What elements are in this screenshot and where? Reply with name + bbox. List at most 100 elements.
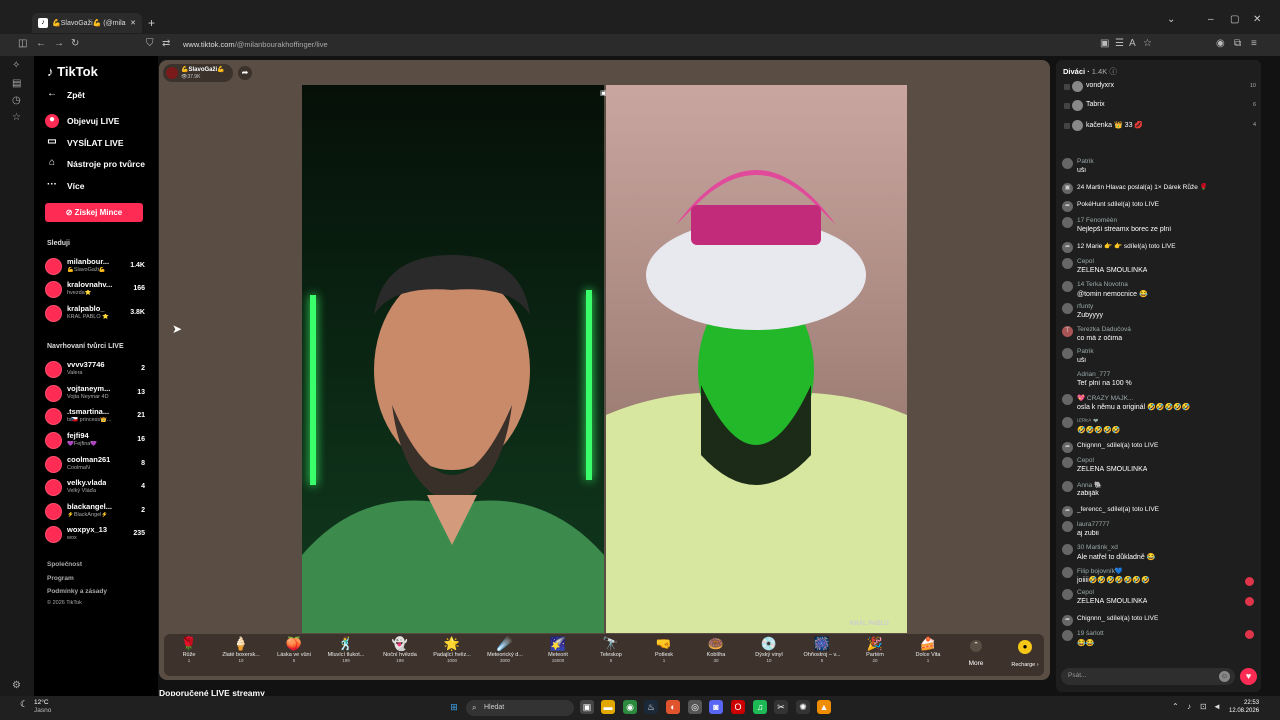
reader-icon[interactable]: ☰ bbox=[1115, 38, 1124, 49]
chat-username[interactable]: ᴸᴱᴿᴵᶜᴬ ❤ bbox=[1077, 417, 1098, 425]
taskbar-clock[interactable]: 22:53 12.08.2026 bbox=[1229, 699, 1259, 715]
footer-link-company[interactable]: Společnost bbox=[47, 561, 82, 568]
gift-item[interactable]: 🍰 Dolce Vita 1 bbox=[904, 636, 952, 663]
capcut-icon[interactable]: ✂ bbox=[774, 700, 788, 714]
windows-start-icon[interactable]: ⊞ bbox=[447, 700, 461, 714]
footer-link-terms[interactable]: Podmínky a zásady bbox=[47, 588, 107, 595]
back-link[interactable]: ← Zpět bbox=[45, 88, 85, 102]
ai-icon[interactable]: ✧ bbox=[12, 60, 20, 71]
wallet-icon[interactable]: ▤ bbox=[12, 78, 21, 89]
suggested-account[interactable]: blackangel... ⚡BlackAngel⚡ 2 bbox=[45, 501, 145, 523]
screenshot-icon[interactable]: ▣ bbox=[1100, 38, 1109, 49]
top-viewer[interactable]: kačenka 👑 33 💋 4 bbox=[1064, 119, 1256, 133]
gift-item[interactable]: 🎉 Partém 20 bbox=[851, 636, 899, 663]
suggested-account[interactable]: vvvv37746 Valera 2 bbox=[45, 359, 145, 381]
nav-more[interactable]: ··· Více bbox=[45, 179, 85, 193]
gift-item[interactable]: 🌟 Padající hvěz... 1000 bbox=[428, 636, 476, 663]
recharge-button[interactable]: ● Recharge › bbox=[1006, 640, 1044, 668]
gift-item[interactable]: 🕺 Mluvící tlukot... 199 bbox=[322, 636, 370, 663]
chat-username[interactable]: Adrian_777 bbox=[1077, 371, 1110, 378]
nav-explore-live[interactable]: ● Objevuj LIVE bbox=[45, 114, 119, 128]
chat-username[interactable]: Cepol bbox=[1077, 258, 1094, 265]
minimize-button[interactable]: – bbox=[1208, 14, 1214, 25]
chat-username[interactable]: Patrik bbox=[1077, 158, 1094, 165]
chat-username[interactable]: Cepol bbox=[1077, 457, 1094, 464]
translate-icon[interactable]: A bbox=[1129, 38, 1136, 49]
gift-item[interactable]: 🍑 Láska ve vůni 5 bbox=[270, 636, 318, 663]
chat-username[interactable]: _ferencc_ sdílel(a) toto LIVE bbox=[1077, 506, 1159, 513]
favorites-icon[interactable]: ☆ bbox=[12, 112, 21, 123]
gift-item[interactable]: 🍩 Koblíha 30 bbox=[692, 636, 740, 663]
close-window-button[interactable]: ✕ bbox=[1253, 14, 1261, 25]
chat-username[interactable]: 17 Fenoméèn bbox=[1077, 217, 1117, 224]
shield-icon[interactable]: ⛉ bbox=[146, 38, 154, 49]
spotify-icon[interactable]: ♫ bbox=[753, 700, 767, 714]
profile-icon[interactable]: ◉ bbox=[1216, 38, 1225, 49]
host-badge[interactable]: 💪SlavoGaži💪 👁37.9K bbox=[163, 64, 233, 82]
taskbar-search[interactable]: ⌕ Hledat bbox=[466, 700, 574, 716]
weather-widget[interactable]: ☾ 12°C Jasno bbox=[20, 699, 51, 715]
suggested-account[interactable]: vojtaneym... Vojta Neymar 4D 13 bbox=[45, 383, 145, 405]
nav-creator-tools[interactable]: ⌂ Nástroje pro tvůrce bbox=[45, 157, 145, 171]
reload-icon[interactable]: ↻ bbox=[71, 38, 79, 49]
gift-item[interactable]: 🔭 Teleskop 5 bbox=[587, 636, 635, 663]
extensions-icon[interactable]: ⧉ bbox=[1234, 38, 1241, 49]
chat-username[interactable]: rfunty bbox=[1077, 303, 1093, 310]
file-explorer-icon[interactable]: ▬ bbox=[601, 700, 615, 714]
bookmark-star-icon[interactable]: ☆ bbox=[1143, 38, 1152, 49]
chat-username[interactable]: laura77777 bbox=[1077, 521, 1110, 528]
chat-username[interactable]: 12 Marie 👉 👉 sdílel(a) toto LIVE bbox=[1077, 242, 1176, 250]
firefox-icon[interactable]: ◐ bbox=[666, 700, 680, 714]
close-tab-icon[interactable]: ✕ bbox=[130, 19, 136, 27]
chat-input[interactable]: Psát... bbox=[1061, 668, 1235, 685]
layout-toggle-icon[interactable]: ▣ bbox=[600, 89, 607, 97]
gift-item[interactable]: 🌠 Meteorit 15000 bbox=[534, 636, 582, 663]
discord-icon[interactable]: ◙ bbox=[709, 700, 723, 714]
chrome-icon[interactable]: ◉ bbox=[623, 700, 637, 714]
chat-username[interactable]: Chignnn_ sdílel(a) toto LIVE bbox=[1077, 442, 1158, 449]
chat-username[interactable]: 30 Martink_xd bbox=[1077, 544, 1118, 551]
suggested-account[interactable]: woxpyx_13 wox 235 bbox=[45, 524, 145, 546]
chat-username[interactable]: 24 Martin Hlavac poslal(a) 1× Dárek Růže… bbox=[1077, 183, 1208, 191]
chat-username[interactable]: 14 Terka Novotna bbox=[1077, 281, 1128, 288]
steam-icon[interactable]: ♨ bbox=[644, 700, 658, 714]
emoji-icon[interactable]: ☺ bbox=[1219, 671, 1230, 682]
tiktok-logo[interactable]: ♪ TikTok bbox=[47, 64, 98, 79]
gift-item[interactable]: 👻 Noční hvězda 199 bbox=[376, 636, 424, 663]
new-tab-button[interactable]: + bbox=[148, 16, 155, 30]
chat-username[interactable]: Anna 🐘 bbox=[1077, 481, 1102, 489]
following-account[interactable]: milanbour... 💪SlavoGaži💪 1.4K bbox=[45, 256, 145, 278]
gift-item[interactable]: 💿 Dýský vinyl 10 bbox=[745, 636, 793, 663]
maximize-button[interactable]: ▢ bbox=[1230, 14, 1239, 25]
gift-item[interactable]: 🎆 Ohňostroj – v... 5 bbox=[798, 636, 846, 663]
back-icon[interactable]: ← bbox=[36, 38, 46, 49]
settings-gear-icon[interactable]: ⚙ bbox=[12, 680, 21, 691]
browser-tab[interactable]: ♪ 💪SlavoGaži💪 (@milanbou ✕ bbox=[32, 13, 142, 33]
chat-username[interactable]: Cepol bbox=[1077, 589, 1094, 596]
site-settings-icon[interactable]: ⇄ bbox=[162, 38, 170, 49]
opera-icon[interactable]: O bbox=[731, 700, 745, 714]
menu-icon[interactable]: ≡ bbox=[1251, 38, 1257, 49]
top-viewer[interactable]: vondyxrx 10 bbox=[1064, 80, 1256, 94]
viewers-header[interactable]: Diváci · 1.4K ⓘ bbox=[1063, 66, 1117, 77]
network-icon[interactable]: ⊡ bbox=[1200, 702, 1207, 711]
microphone-icon[interactable]: ♪ bbox=[1187, 702, 1191, 711]
tab-list-icon[interactable]: ⌄ bbox=[1167, 14, 1175, 25]
chat-username[interactable]: 💖 CRAZY MAJK... bbox=[1077, 394, 1133, 402]
suggested-account[interactable]: velky.vlada Velký Vláďa 4 bbox=[45, 477, 145, 499]
footer-link-program[interactable]: Program bbox=[47, 575, 74, 582]
gift-item[interactable]: 🤜 Potlesk 1 bbox=[640, 636, 688, 663]
browser-icon[interactable]: ◎ bbox=[688, 700, 702, 714]
forward-icon[interactable]: → bbox=[54, 38, 64, 49]
like-button[interactable]: ♥ bbox=[1240, 668, 1257, 685]
chat-username[interactable]: PokéHunt sdílel(a) toto LIVE bbox=[1077, 201, 1159, 208]
history-icon[interactable]: ◷ bbox=[12, 95, 21, 106]
chat-username[interactable]: Patrik bbox=[1077, 348, 1094, 355]
volume-icon[interactable]: ◄ bbox=[1213, 702, 1221, 711]
suggested-account[interactable]: .tsmartina... ts🇨🇿 princess👑... 21 bbox=[45, 406, 145, 428]
following-account[interactable]: kralpablo_ KRÁL PABLO ⭐ 3.8K bbox=[45, 303, 145, 325]
nav-go-live[interactable]: ▭ VYSÍLAT LIVE bbox=[45, 136, 123, 150]
tray-chevron-icon[interactable]: ⌃ bbox=[1172, 702, 1179, 711]
gift-item[interactable]: ☄️ Meteorický d... 3000 bbox=[481, 636, 529, 663]
gift-item[interactable]: 🌹 Růže 1 bbox=[165, 636, 213, 663]
